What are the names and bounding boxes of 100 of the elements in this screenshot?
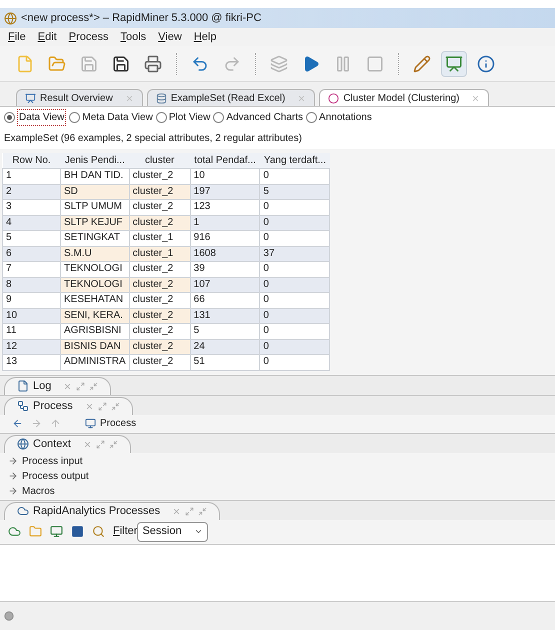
table-cell: 0 (260, 262, 330, 277)
table-cell: SENI, KERA. (60, 308, 130, 324)
view-radio[interactable]: Advanced Charts (213, 110, 304, 124)
column-header[interactable]: Yang terdaft... (260, 153, 330, 168)
result-tab[interactable]: Cluster Model (Clustering) (319, 89, 490, 106)
context-item[interactable]: Process output (8, 468, 547, 484)
table-cell: 5 (2, 230, 60, 246)
panel-tab[interactable]: Process (4, 396, 133, 414)
save-icon (112, 54, 130, 72)
context-item[interactable]: Process input (8, 454, 547, 468)
context-item[interactable]: Macros (8, 484, 547, 498)
close-icon[interactable] (297, 94, 306, 102)
folder-icon[interactable] (29, 525, 42, 538)
table-cell: cluster_1 (129, 246, 190, 262)
presentation-icon (25, 92, 36, 104)
table-cell: 1608 (190, 246, 260, 262)
table-cell: 66 (190, 292, 260, 308)
panel-title: RapidAnalytics Processes (33, 504, 160, 519)
view-radio[interactable]: Plot View (156, 110, 210, 124)
table-cell: SD (60, 184, 130, 200)
status-indicator-icon (4, 610, 14, 621)
log-icon (17, 380, 29, 392)
printer-icon (144, 54, 162, 72)
square-icon[interactable] (71, 525, 84, 538)
table-cell: 0 (260, 168, 330, 184)
panel-tab[interactable]: Log (4, 376, 112, 394)
table-cell: KESEHATAN (60, 292, 130, 308)
table-cell: cluster_2 (129, 262, 190, 277)
folder-icon (48, 54, 66, 72)
menu-item[interactable]: Help (194, 28, 216, 46)
globe-icon (17, 438, 29, 450)
chevron-down-icon (194, 527, 203, 536)
panel-tab[interactable]: RapidAnalytics Processes (4, 502, 220, 520)
close-icon[interactable] (63, 382, 72, 390)
close-icon[interactable] (82, 440, 92, 448)
table-cell: 24 (190, 339, 260, 354)
column-header[interactable]: cluster (129, 153, 190, 168)
menu-item[interactable]: Edit (38, 28, 57, 46)
column-header[interactable]: Row No. (2, 153, 60, 168)
table-cell: 916 (190, 230, 260, 246)
menu-item[interactable]: Tools (120, 28, 146, 46)
table-cell: cluster_1 (129, 230, 190, 246)
minimize-icon[interactable] (198, 506, 208, 516)
menu-item[interactable]: File (8, 28, 26, 46)
menu-item[interactable]: Process (68, 28, 108, 46)
layers-icon (270, 54, 288, 72)
close-icon[interactable] (471, 94, 480, 102)
menu-item[interactable]: View (158, 28, 182, 46)
table-cell: 107 (190, 277, 260, 292)
filter-label: Filter (113, 524, 138, 540)
arrow-icon (8, 471, 18, 481)
column-header[interactable]: Jenis Pendi... (60, 153, 130, 168)
column-header[interactable]: total Pendaf... (190, 153, 260, 168)
result-tab[interactable]: Result Overview (16, 89, 143, 106)
close-icon[interactable] (84, 402, 94, 410)
view-radio[interactable]: Annotations (306, 110, 372, 124)
info-icon (477, 54, 495, 72)
close-icon[interactable] (124, 94, 134, 102)
table-cell: 0 (260, 324, 330, 339)
filter-dropdown[interactable]: Session (137, 522, 208, 542)
search-icon[interactable] (92, 525, 105, 538)
panel-tab[interactable]: Context (4, 434, 131, 452)
table-cell: cluster_2 (129, 292, 190, 308)
back-icon[interactable] (12, 418, 23, 429)
panel-title: Log (33, 378, 52, 394)
minimize-icon[interactable] (108, 440, 118, 448)
view-radio[interactable]: Meta Data View (69, 110, 153, 124)
table-cell: 9 (2, 292, 60, 308)
table-cell: 197 (190, 184, 260, 200)
forward-icon[interactable] (31, 418, 42, 429)
table-cell: SETINGKAT (60, 230, 130, 246)
presentation-icon (445, 54, 463, 72)
cloud-icon[interactable] (8, 525, 21, 538)
minimize-icon[interactable] (89, 382, 98, 390)
maximize-icon[interactable] (96, 440, 105, 448)
table-cell: cluster_2 (129, 215, 190, 230)
table-cell: cluster_2 (129, 354, 190, 370)
table-cell: 123 (190, 200, 260, 215)
close-icon[interactable] (172, 506, 182, 516)
table-cell: S.M.U (60, 246, 130, 262)
minimize-icon[interactable] (110, 402, 120, 410)
maximize-icon[interactable] (98, 402, 107, 410)
result-tab[interactable]: ExampleSet (Read Excel) (146, 89, 316, 106)
pause-icon (334, 54, 352, 72)
maximize-icon[interactable] (185, 506, 194, 516)
up-icon[interactable] (50, 418, 61, 429)
breadcrumb-item[interactable]: Process (85, 416, 136, 431)
maximize-icon[interactable] (76, 382, 86, 390)
table-cell: 51 (190, 354, 260, 370)
cloud-icon (17, 505, 29, 517)
table-cell: 1 (190, 215, 260, 230)
stop-icon (366, 54, 384, 72)
table-cell: 8 (2, 277, 60, 292)
monitor-icon[interactable] (50, 525, 63, 538)
table-cell: BH DAN TID. (60, 168, 130, 184)
table-cell: 12 (2, 339, 60, 354)
table-cell: 0 (260, 339, 330, 354)
table-cell: cluster_2 (129, 200, 190, 215)
table-cell: 0 (260, 277, 330, 292)
table-cell: BISNIS DAN (60, 339, 130, 354)
